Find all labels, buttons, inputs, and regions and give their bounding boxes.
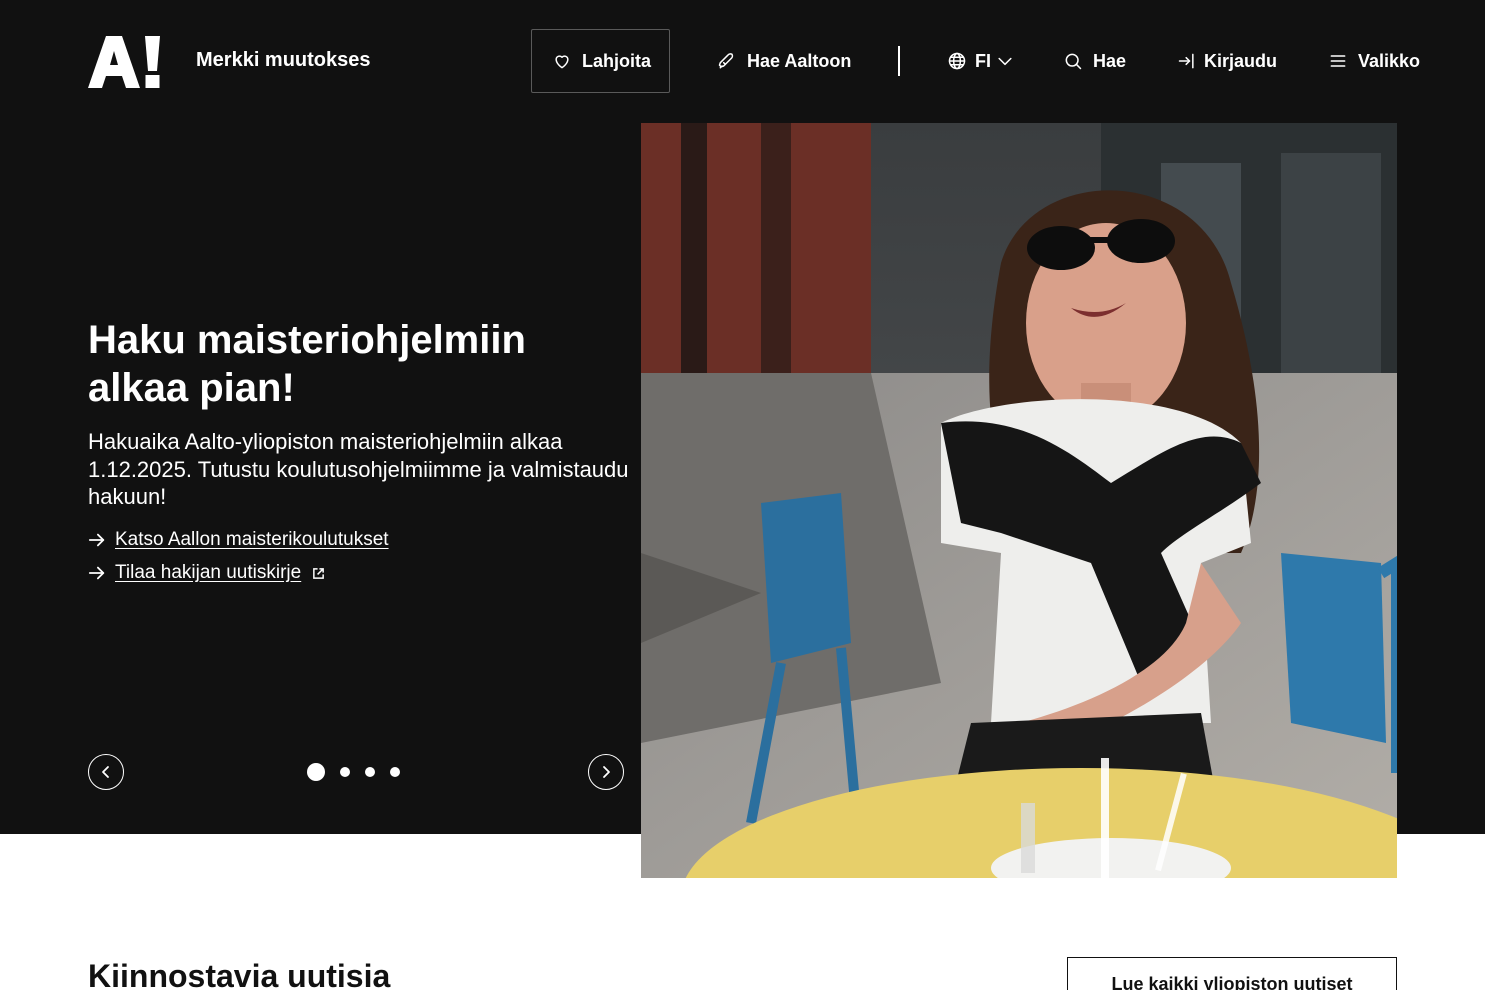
globe-icon [948, 52, 966, 70]
menu-label: Valikko [1358, 50, 1421, 71]
donate-label: Lahjoita [582, 50, 652, 71]
external-link-icon [313, 567, 325, 579]
search-label: Hae [1093, 50, 1127, 71]
chevron-right-icon [603, 766, 610, 778]
search-icon [1065, 53, 1082, 70]
carousel-pagination [307, 763, 400, 781]
carousel-dot-4[interactable] [390, 767, 400, 777]
carousel-previous-button[interactable] [88, 754, 124, 790]
chevron-down-icon [998, 57, 1012, 66]
carousel-dot-1[interactable] [307, 763, 325, 781]
arrow-right-icon [88, 533, 105, 547]
donate-button[interactable]: Lahjoita [531, 29, 670, 93]
aalto-logo[interactable] [88, 34, 162, 90]
menu-button[interactable]: Valikko [1328, 29, 1420, 93]
hero-photo [641, 123, 1397, 878]
hero-title: Haku maisteriohjelmiin alkaa pian! [88, 318, 526, 410]
all-news-button[interactable]: Lue kaikki yliopiston uutiset [1067, 957, 1397, 990]
hero-description: Hakuaika Aalto-yliopiston maisteriohjelm… [88, 429, 629, 509]
masters-programs-link-label: Katso Aallon maisterikoulutukset [115, 529, 389, 550]
carousel-dot-2[interactable] [340, 767, 350, 777]
login-button[interactable]: Kirjaudu [1177, 29, 1277, 93]
carousel-next-button[interactable] [588, 754, 624, 790]
heart-icon [555, 55, 569, 69]
news-section-heading: Kiinnostavia uutisia [88, 958, 391, 990]
apply-button[interactable]: Hae Aaltoon [717, 29, 851, 93]
language-selector[interactable]: FI [947, 29, 1015, 93]
site-tagline: Merkki muutokses [196, 49, 371, 71]
chevron-left-icon [102, 766, 109, 778]
nav-divider [898, 46, 900, 76]
login-label: Kirjaudu [1204, 50, 1278, 71]
hamburger-icon [1330, 55, 1346, 67]
newsletter-link[interactable]: Tilaa hakijan uutiskirje [88, 561, 325, 585]
apply-label: Hae Aaltoon [747, 50, 852, 71]
masters-programs-link[interactable]: Katso Aallon maisterikoulutukset [88, 528, 389, 552]
carousel-dot-3[interactable] [365, 767, 375, 777]
login-icon [1178, 53, 1194, 69]
newsletter-link-label: Tilaa hakijan uutiskirje [115, 562, 302, 583]
language-label: FI [975, 50, 991, 71]
arrow-right-icon [88, 566, 105, 580]
rocket-icon [718, 53, 734, 69]
search-button[interactable]: Hae [1063, 29, 1126, 93]
